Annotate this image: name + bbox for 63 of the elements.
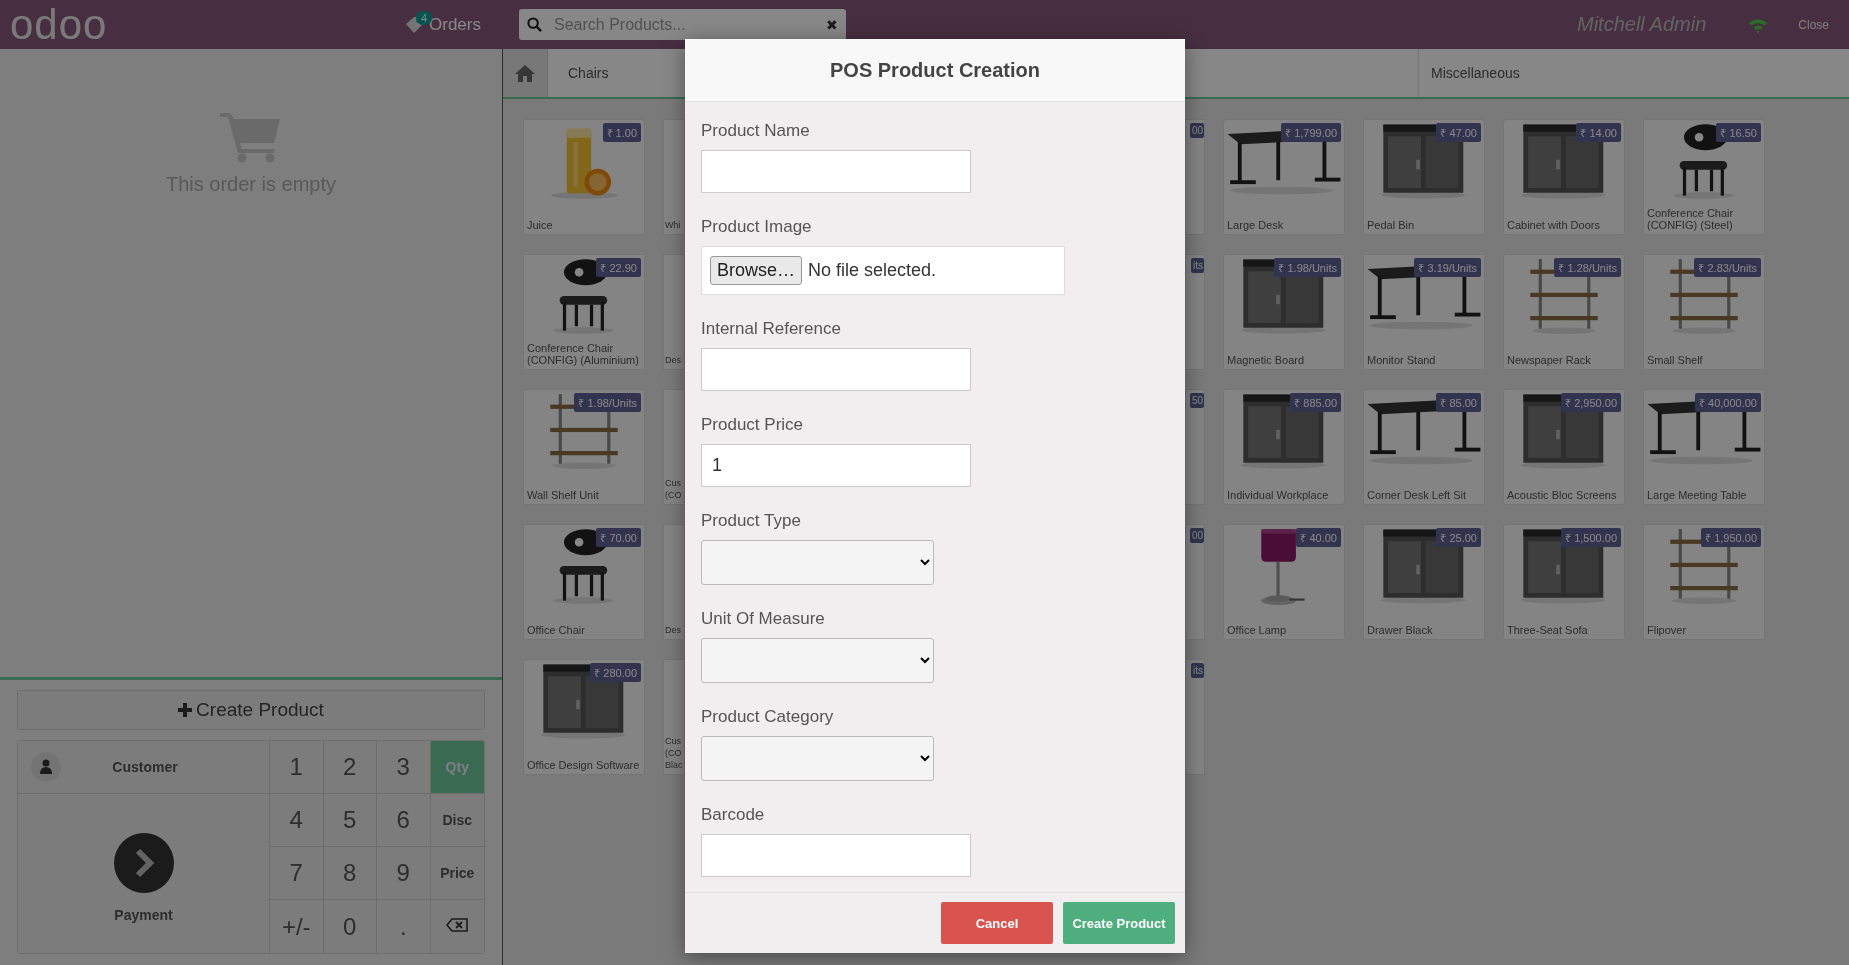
price-tag: ₹ 40.00 xyxy=(1296,528,1341,547)
price-tag: 00 xyxy=(1189,528,1204,543)
price-tag: ₹ 1.98/Units xyxy=(1274,258,1341,277)
field-label: Unit Of Measure xyxy=(701,608,826,630)
price-tag: ₹ 1,950.00 xyxy=(1701,528,1761,547)
price-tag: ₹ 1,500.00 xyxy=(1561,528,1621,547)
product-name: Newspaper Rack xyxy=(1506,354,1592,368)
price-tag: 50 xyxy=(1189,393,1204,408)
price-tag: its xyxy=(1191,663,1204,678)
product-name: Flipover xyxy=(1646,624,1688,638)
field-label: Product Category xyxy=(701,706,835,728)
price-tag: 00 xyxy=(1189,123,1204,138)
product-name: Three-Seat Sofa xyxy=(1506,624,1589,638)
price-tag: ₹ 1,799.00 xyxy=(1281,123,1341,142)
price-tag: ₹ 16.50 xyxy=(1716,123,1761,142)
price-tag: ₹ 40,000.00 xyxy=(1695,393,1761,412)
field-label: Barcode xyxy=(701,804,766,826)
product-name: Cabinet with Doors xyxy=(1506,219,1601,233)
product-name: Office Chair xyxy=(526,624,586,638)
product-name: Des xyxy=(664,354,682,367)
product-name: Drawer Black xyxy=(1366,624,1434,638)
price-tag: ₹ 25.00 xyxy=(1436,528,1481,547)
product-name: Monitor Stand xyxy=(1366,354,1437,368)
product-name: Office Design Software xyxy=(526,759,641,773)
product-name: Large Meeting Table xyxy=(1646,489,1748,503)
field-label: Product Type xyxy=(701,510,802,532)
file-status: No file selected. xyxy=(808,260,937,281)
price-tag: ₹ 2.83/Units xyxy=(1694,258,1761,277)
price-tag: ₹ 85.00 xyxy=(1436,393,1481,412)
product-name: Magnetic Board xyxy=(1226,354,1306,368)
price-tag: ₹ 885.00 xyxy=(1290,393,1341,412)
price-tag: ₹ 70.00 xyxy=(596,528,641,547)
product-name: Large Desk xyxy=(1226,219,1285,233)
price-tag: ₹ 2,950.00 xyxy=(1561,393,1621,412)
price-tag: ₹ 47.00 xyxy=(1436,123,1481,142)
product-name: Pedal Bin xyxy=(1366,219,1416,233)
price-tag: ₹ 280.00 xyxy=(590,663,641,682)
product-name: Cus (CO Blac xyxy=(664,735,684,772)
field-label: Product Price xyxy=(701,414,805,436)
field-label: Product Name xyxy=(701,120,811,142)
field-label: Product Image xyxy=(701,216,813,238)
price-tag: ₹ 1.00 xyxy=(602,123,641,142)
field-label: Internal Reference xyxy=(701,318,842,340)
product-name: Office Lamp xyxy=(1226,624,1288,638)
price-tag: ₹ 14.00 xyxy=(1576,123,1621,142)
price-tag: ₹ 1.98/Units xyxy=(574,393,641,412)
product-name: Des xyxy=(664,624,682,637)
product-name: Whi xyxy=(664,219,682,232)
product-name: Cus (CO xyxy=(664,477,683,502)
product-name: Juice xyxy=(526,219,554,233)
dialog-title: POS Product Creation xyxy=(830,58,1040,82)
price-tag: ₹ 3.19/Units xyxy=(1414,258,1481,277)
product-name: Conference Chair (CONFIG) (Aluminium) xyxy=(526,342,640,368)
product-name: Small Shelf xyxy=(1646,354,1704,368)
product-name: Wall Shelf Unit xyxy=(526,489,600,503)
logo: odoo xyxy=(10,3,108,46)
price-tag: ₹ 1.28/Units xyxy=(1554,258,1621,277)
product-name: Acoustic Bloc Screens xyxy=(1506,489,1618,503)
product-name: Individual Workplace xyxy=(1226,489,1330,503)
product-name: Conference Chair (CONFIG) (Steel) xyxy=(1646,207,1735,233)
price-tag: its xyxy=(1191,258,1204,273)
product-name: Corner Desk Left Sit xyxy=(1366,489,1468,503)
price-tag: ₹ 22.90 xyxy=(596,258,641,277)
